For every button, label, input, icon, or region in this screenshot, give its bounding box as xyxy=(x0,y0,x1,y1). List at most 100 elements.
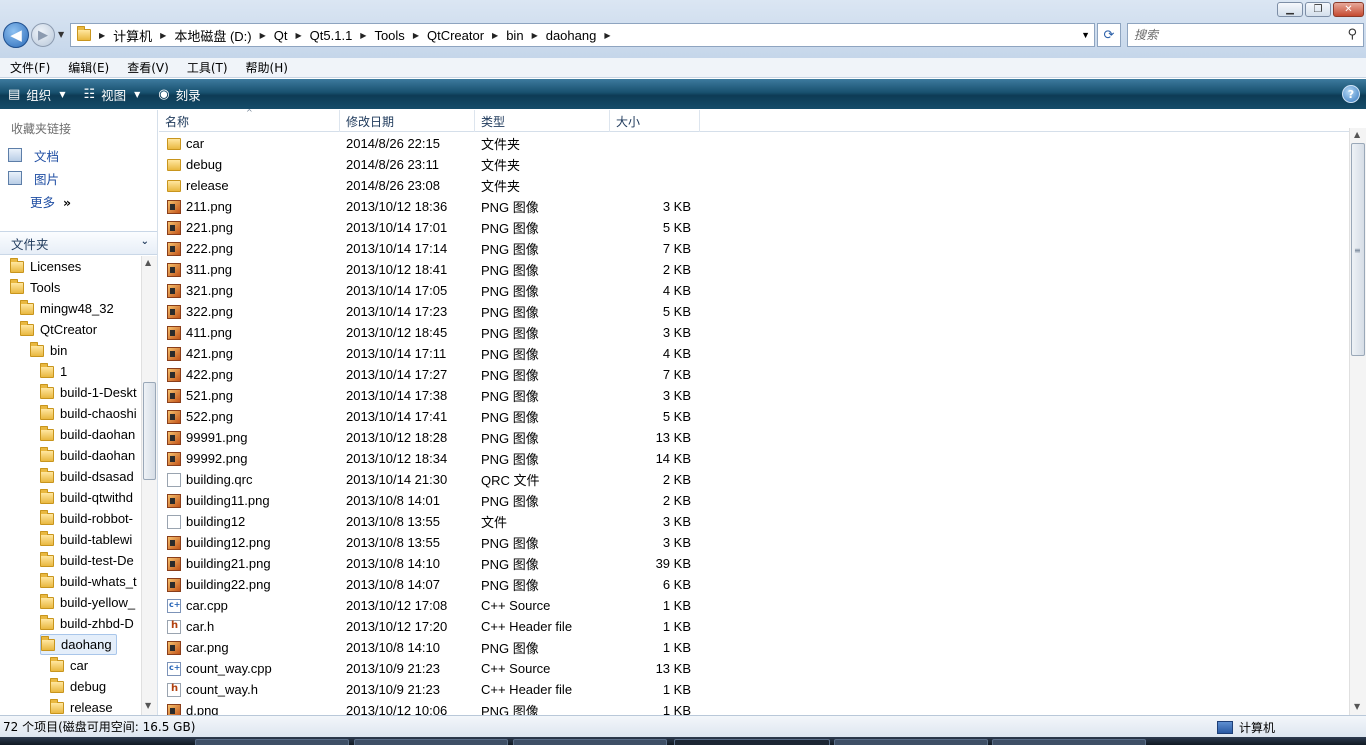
views-button[interactable]: ☷ 视图 ▼ xyxy=(75,82,150,106)
file-name-cell[interactable]: car.h xyxy=(167,616,214,637)
folders-header[interactable]: 文件夹 ⌄ xyxy=(0,231,157,255)
scrollbar-thumb[interactable] xyxy=(143,382,156,480)
file-row[interactable]: count_way.cpp 2013/10/9 21:23 C++ Source 13… xyxy=(159,658,759,679)
file-name-cell[interactable]: car.png xyxy=(167,637,229,658)
file-name-cell[interactable]: 411.png xyxy=(167,322,232,343)
breadcrumb-tools[interactable]: Tools xyxy=(368,28,410,43)
file-name-cell[interactable]: 221.png xyxy=(167,217,233,238)
file-name-cell[interactable]: 99991.png xyxy=(167,427,247,448)
tree-item[interactable]: build-whats_t xyxy=(40,571,137,592)
file-row[interactable]: building12 2013/10/8 13:55 文件 3 KB xyxy=(159,511,759,532)
tree-item[interactable]: build-robbot- xyxy=(40,508,133,529)
breadcrumb-qtcreator[interactable]: QtCreator xyxy=(421,28,490,43)
taskbar-button[interactable] xyxy=(992,739,1146,745)
file-row[interactable]: d.png 2013/10/12 10:06 PNG 图像 1 KB xyxy=(159,700,759,715)
file-row[interactable]: building21.png 2013/10/8 14:10 PNG 图像 39 KB xyxy=(159,553,759,574)
favorite-pictures[interactable]: 图片 xyxy=(8,169,59,187)
tree-item[interactable]: build-1-Deskt xyxy=(40,382,137,403)
folder-tree-scrollbar[interactable]: ▲ ▼ xyxy=(141,256,157,715)
file-row[interactable]: 221.png 2013/10/14 17:01 PNG 图像 5 KB xyxy=(159,217,759,238)
search-input[interactable] xyxy=(1128,24,1328,46)
taskbar-button[interactable] xyxy=(513,739,667,745)
breadcrumb-bin[interactable]: bin xyxy=(500,28,529,43)
file-name-cell[interactable]: count_way.cpp xyxy=(167,658,272,679)
file-name-cell[interactable]: building21.png xyxy=(167,553,271,574)
file-row[interactable]: debug 2014/8/26 23:11 文件夹 xyxy=(159,154,759,175)
address-bar[interactable]: ▶ 计算机 ▶ 本地磁盘 (D:) ▶ Qt ▶ Qt5.1.1 ▶ Tools… xyxy=(70,23,1095,47)
menu-help[interactable]: 帮助(H) xyxy=(236,59,296,76)
file-row[interactable]: 222.png 2013/10/14 17:14 PNG 图像 7 KB xyxy=(159,238,759,259)
taskbar-button[interactable] xyxy=(195,739,349,745)
breadcrumb-qt511[interactable]: Qt5.1.1 xyxy=(304,28,359,43)
tree-item[interactable]: Licenses xyxy=(10,256,81,277)
file-row[interactable]: car.png 2013/10/8 14:10 PNG 图像 1 KB xyxy=(159,637,759,658)
scroll-down-icon[interactable]: ▼ xyxy=(145,701,151,710)
file-row[interactable]: 311.png 2013/10/12 18:41 PNG 图像 2 KB xyxy=(159,259,759,280)
column-name[interactable]: 名称 ^ xyxy=(159,108,340,132)
file-row[interactable]: building.qrc 2013/10/14 21:30 QRC 文件 2 KB xyxy=(159,469,759,490)
file-name-cell[interactable]: 322.png xyxy=(167,301,233,322)
file-name-cell[interactable]: 422.png xyxy=(167,364,233,385)
file-name-cell[interactable]: car xyxy=(167,133,204,154)
tree-item[interactable]: build-tablewi xyxy=(40,529,132,550)
file-row[interactable]: 421.png 2013/10/14 17:11 PNG 图像 4 KB xyxy=(159,343,759,364)
organize-button[interactable]: ▤ 组织 ▼ xyxy=(0,82,75,106)
file-row[interactable]: car.h 2013/10/12 17:20 C++ Header file 1 KB xyxy=(159,616,759,637)
search-icon[interactable]: ⚲ xyxy=(1347,27,1357,42)
file-row[interactable]: building11.png 2013/10/8 14:01 PNG 图像 2 KB xyxy=(159,490,759,511)
file-row[interactable]: building22.png 2013/10/8 14:07 PNG 图像 6 KB xyxy=(159,574,759,595)
file-row[interactable]: count_way.h 2013/10/9 21:23 C++ Header fil… xyxy=(159,679,759,700)
column-date[interactable]: 修改日期 xyxy=(340,110,475,132)
file-name-cell[interactable]: debug xyxy=(167,154,222,175)
file-name-cell[interactable]: building22.png xyxy=(167,574,271,595)
taskbar-button-active[interactable] xyxy=(674,739,830,745)
tree-item[interactable]: build-chaoshi xyxy=(40,403,137,424)
column-type[interactable]: 类型 xyxy=(475,110,610,132)
maximize-button[interactable]: ❐ xyxy=(1305,2,1331,17)
back-button[interactable]: ◀ xyxy=(3,22,29,48)
tree-item[interactable]: build-dsasad xyxy=(40,466,134,487)
breadcrumb-separator-icon[interactable]: ▶ xyxy=(258,31,268,40)
tree-item[interactable]: debug xyxy=(50,676,106,697)
breadcrumb-daohang[interactable]: daohang xyxy=(540,28,603,43)
tree-item[interactable]: car xyxy=(50,655,88,676)
file-name-cell[interactable]: count_way.h xyxy=(167,679,258,700)
column-size[interactable]: 大小 xyxy=(610,110,700,132)
breadcrumb-separator-icon[interactable]: ▶ xyxy=(490,31,500,40)
breadcrumb-separator-icon[interactable]: ▶ xyxy=(530,31,540,40)
file-row[interactable]: 211.png 2013/10/12 18:36 PNG 图像 3 KB xyxy=(159,196,759,217)
tree-item[interactable]: build-daohan xyxy=(40,445,135,466)
scroll-down-icon[interactable]: ▼ xyxy=(1354,702,1360,711)
more-favorites-link[interactable]: 更多 » xyxy=(30,192,71,211)
file-name-cell[interactable]: 421.png xyxy=(167,343,233,364)
tree-item[interactable]: mingw48_32 xyxy=(20,298,114,319)
tree-item[interactable]: Tools xyxy=(10,277,60,298)
scroll-up-icon[interactable]: ▲ xyxy=(1354,130,1360,139)
minimize-button[interactable]: ▁ xyxy=(1277,2,1303,17)
scroll-up-icon[interactable]: ▲ xyxy=(145,258,151,267)
tree-item[interactable]: 1 xyxy=(40,361,67,382)
breadcrumb-separator-icon[interactable]: ▶ xyxy=(358,31,368,40)
file-name-cell[interactable]: 311.png xyxy=(167,259,232,280)
file-name-cell[interactable]: 99992.png xyxy=(167,448,247,469)
file-name-cell[interactable]: 522.png xyxy=(167,406,233,427)
tree-item[interactable]: release xyxy=(50,697,113,715)
forward-button[interactable]: ▶ xyxy=(31,23,55,47)
menu-tools[interactable]: 工具(T) xyxy=(177,59,236,76)
breadcrumb-separator-icon[interactable]: ▶ xyxy=(294,31,304,40)
menu-view[interactable]: 查看(V) xyxy=(117,59,177,76)
breadcrumb-separator-icon[interactable]: ▶ xyxy=(97,31,107,40)
file-row[interactable]: 322.png 2013/10/14 17:23 PNG 图像 5 KB xyxy=(159,301,759,322)
file-row[interactable]: 321.png 2013/10/14 17:05 PNG 图像 4 KB xyxy=(159,280,759,301)
tree-item[interactable]: bin xyxy=(30,340,67,361)
file-row[interactable]: building12.png 2013/10/8 13:55 PNG 图像 3 KB xyxy=(159,532,759,553)
refresh-button[interactable]: ⟳ xyxy=(1097,23,1121,47)
taskbar-button[interactable] xyxy=(354,739,508,745)
tree-item[interactable]: build-test-De xyxy=(40,550,134,571)
burn-button[interactable]: ◉ 刻录 xyxy=(150,82,210,106)
favorite-documents[interactable]: 文档 xyxy=(8,146,59,164)
breadcrumb-separator-icon[interactable]: ▶ xyxy=(411,31,421,40)
breadcrumb-separator-icon[interactable]: ▶ xyxy=(602,31,612,40)
address-history-dropdown[interactable]: ▼ xyxy=(1081,30,1090,40)
file-name-cell[interactable]: 222.png xyxy=(167,238,233,259)
